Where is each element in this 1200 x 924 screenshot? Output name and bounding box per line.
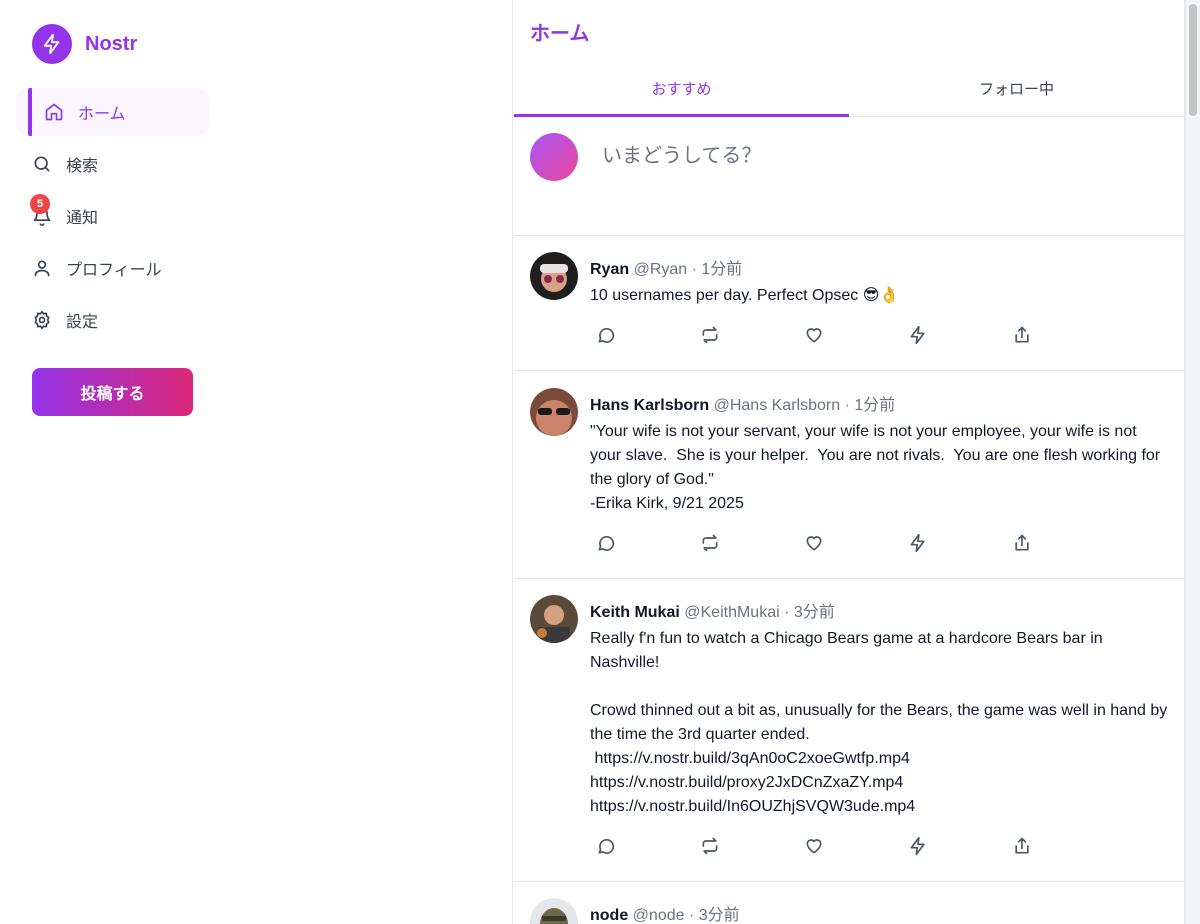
comment-icon <box>596 836 616 861</box>
post-actions <box>596 533 1116 558</box>
repost-icon <box>700 836 720 861</box>
post-header: Ryan @Ryan · 1分前 <box>590 255 742 279</box>
like-button[interactable] <box>804 535 908 555</box>
post-time: 1分前 <box>701 261 743 278</box>
reply-button[interactable] <box>596 327 700 347</box>
share-button[interactable] <box>1012 836 1116 861</box>
post-item[interactable]: Keith Mukai @KeithMukai · 3分前 Really f'n… <box>514 579 1184 882</box>
gear-icon <box>32 310 52 330</box>
heart-icon <box>804 533 824 558</box>
author-name[interactable]: Ryan <box>590 261 629 278</box>
author-handle: @node <box>632 907 685 924</box>
compose-input[interactable] <box>602 145 1162 168</box>
post-text: "Your wife is not your servant, your wif… <box>590 423 1161 512</box>
sidebar-item-label: 検索 <box>66 158 99 175</box>
lightning-icon <box>908 836 928 861</box>
separator-dot: · <box>688 907 695 924</box>
share-icon <box>1012 533 1032 558</box>
like-button[interactable] <box>804 838 908 858</box>
author-handle: @KeithMukai <box>684 604 780 621</box>
heart-icon <box>804 325 824 350</box>
sidebar-item-search[interactable]: 検索 <box>16 140 209 188</box>
sidebar-nav: ホーム 検索 5 通知 プロフィール 設定 <box>16 88 209 348</box>
comment-icon <box>596 533 616 558</box>
sidebar-item-settings[interactable]: 設定 <box>16 296 209 344</box>
sidebar-item-label: 設定 <box>66 314 99 331</box>
post-actions <box>596 325 1116 350</box>
scrollbar[interactable] <box>1185 0 1200 924</box>
post-item[interactable]: node @node · 3分前 <box>514 882 1184 924</box>
avatar[interactable] <box>530 252 578 300</box>
sidebar-item-label: プロフィール <box>66 262 162 279</box>
home-icon <box>44 102 64 122</box>
zap-button[interactable] <box>908 533 1012 558</box>
reply-button[interactable] <box>596 838 700 858</box>
post-text: Really f'n fun to watch a Chicago Bears … <box>590 630 1168 815</box>
share-icon <box>1012 325 1032 350</box>
main-feed: ホーム おすすめ フォロー中 Ryan @Ryan · 1分前 10 usern… <box>514 0 1185 924</box>
heart-icon <box>804 836 824 861</box>
author-name[interactable]: node <box>590 907 628 924</box>
app-logo[interactable]: Nostr <box>32 24 137 64</box>
repost-button[interactable] <box>700 325 804 350</box>
separator-dot: · <box>691 261 697 278</box>
repost-icon <box>700 325 720 350</box>
like-button[interactable] <box>804 327 908 347</box>
post-item[interactable]: Ryan @Ryan · 1分前 10 usernames per day. P… <box>514 236 1184 371</box>
app-name: Nostr <box>85 32 138 55</box>
post-time: 1分前 <box>854 397 896 414</box>
post-text: 10 usernames per day. Perfect Opsec 😎👌 <box>590 287 900 304</box>
zap-button[interactable] <box>908 836 1012 861</box>
lightning-icon <box>32 24 72 64</box>
user-icon <box>32 258 52 278</box>
author-name[interactable]: Hans Karlsborn <box>590 397 709 414</box>
post-button[interactable]: 投稿する <box>32 368 193 416</box>
scrollbar-thumb[interactable] <box>1189 4 1197 116</box>
share-button[interactable] <box>1012 533 1116 558</box>
post-time: 3分前 <box>793 604 835 621</box>
sidebar-item-notifications[interactable]: 5 通知 <box>16 192 209 240</box>
share-icon <box>1012 836 1032 861</box>
zap-button[interactable] <box>908 325 1012 350</box>
post-time: 3分前 <box>698 907 740 924</box>
separator-dot: · <box>844 397 850 414</box>
avatar <box>530 133 578 181</box>
post-header: Keith Mukai @KeithMukai · 3分前 <box>590 598 835 622</box>
repost-button[interactable] <box>700 533 804 558</box>
sidebar-item-profile[interactable]: プロフィール <box>16 244 209 292</box>
sidebar-item-label: ホーム <box>78 106 126 123</box>
notification-badge: 5 <box>30 194 50 214</box>
sidebar-item-home[interactable]: ホーム <box>16 88 209 136</box>
lightning-icon <box>908 325 928 350</box>
author-handle: @Hans Karlsborn <box>713 397 841 414</box>
feed-tabs: おすすめ フォロー中 <box>514 60 1184 117</box>
tab-recommended[interactable]: おすすめ <box>514 60 849 117</box>
post-composer <box>514 117 1184 236</box>
avatar[interactable] <box>530 595 578 643</box>
post-item[interactable]: Hans Karlsborn @Hans Karlsborn · 1分前 "Yo… <box>514 372 1184 579</box>
author-name[interactable]: Keith Mukai <box>590 604 680 621</box>
repost-icon <box>700 533 720 558</box>
reply-button[interactable] <box>596 535 700 555</box>
author-handle: @Ryan <box>633 261 688 278</box>
repost-button[interactable] <box>700 836 804 861</box>
post-actions <box>596 836 1116 861</box>
post-header: node @node · 3分前 <box>590 901 740 924</box>
share-button[interactable] <box>1012 325 1116 350</box>
sidebar: Nostr ホーム 検索 5 通知 プロフィール 設定 投稿する <box>0 0 513 924</box>
separator-dot: · <box>784 604 790 621</box>
avatar[interactable] <box>530 388 578 436</box>
lightning-icon <box>908 533 928 558</box>
sidebar-item-label: 通知 <box>66 210 99 227</box>
avatar[interactable] <box>530 898 578 924</box>
post-header: Hans Karlsborn @Hans Karlsborn · 1分前 <box>590 391 895 415</box>
search-icon <box>32 154 52 174</box>
page-title: ホーム <box>530 23 590 45</box>
comment-icon <box>596 325 616 350</box>
tab-following[interactable]: フォロー中 <box>849 60 1184 116</box>
bell-icon: 5 <box>30 194 52 226</box>
